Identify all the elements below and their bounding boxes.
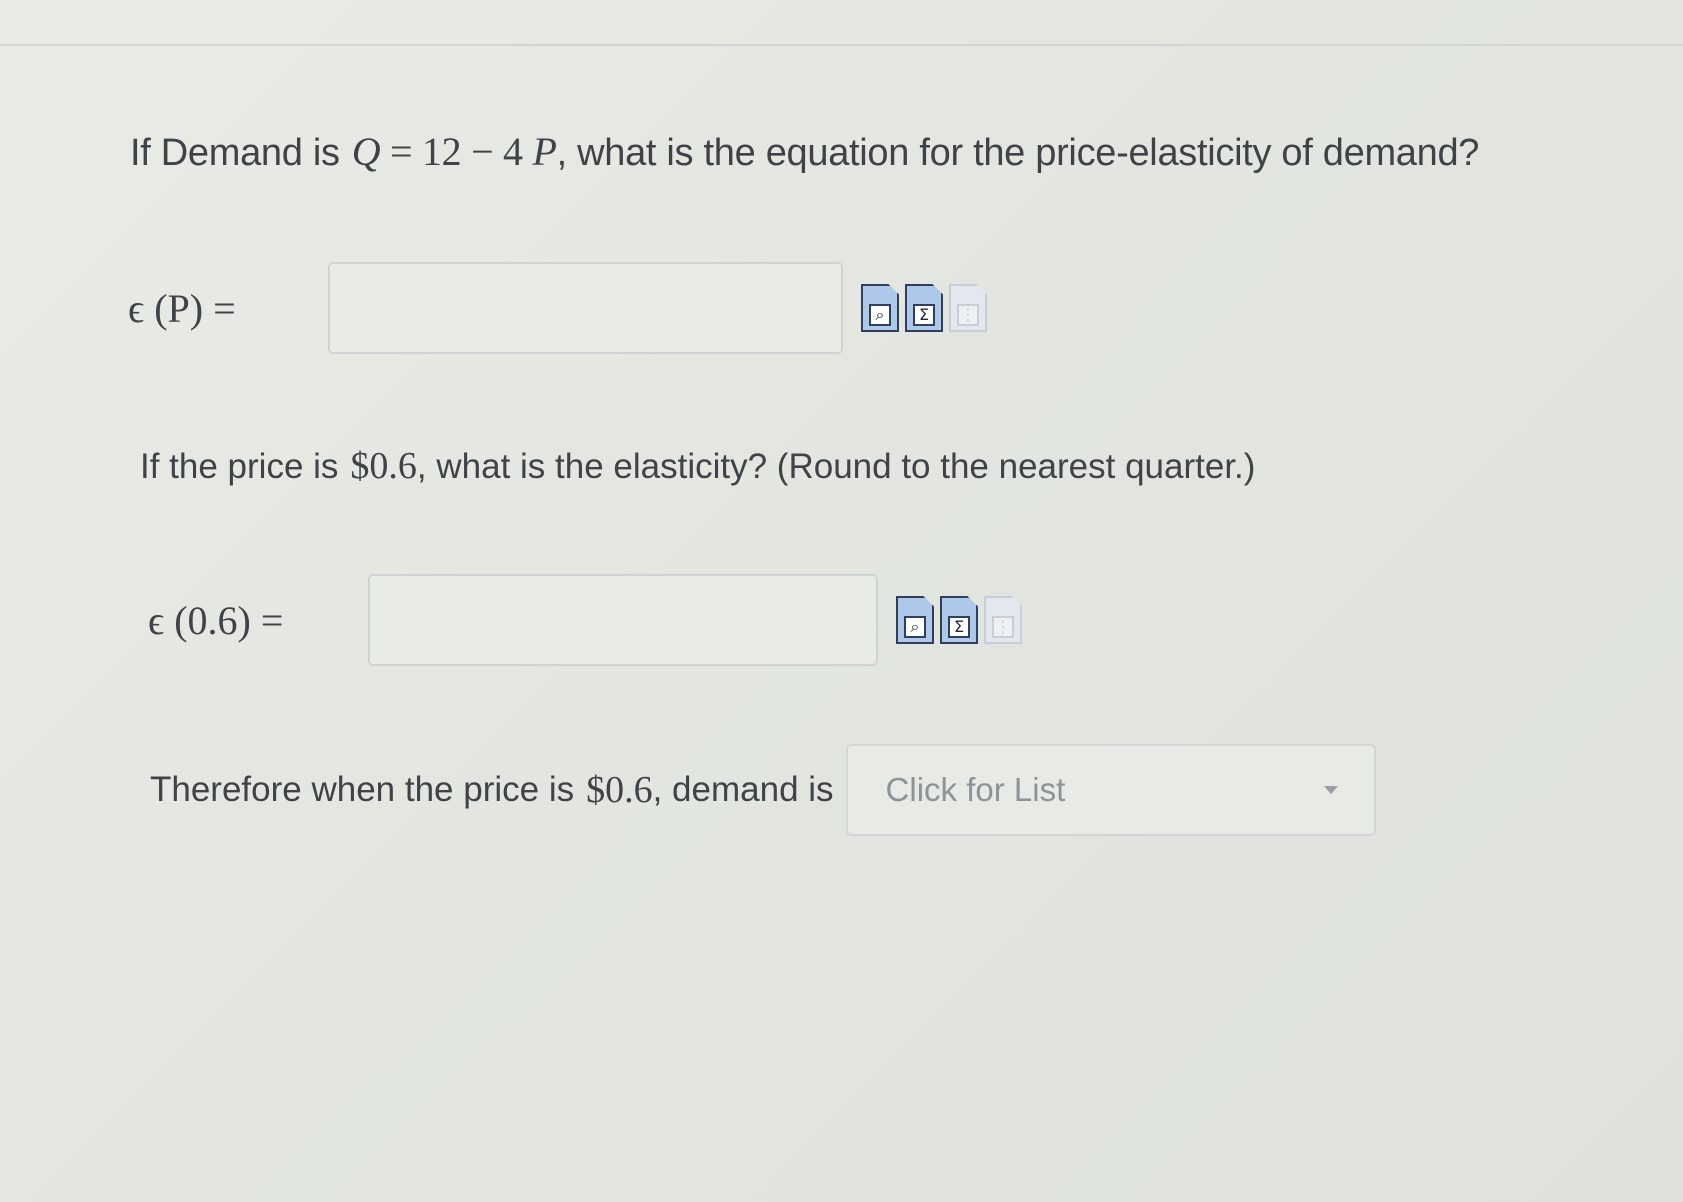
answer2-tools: ⌕ Σ ⋮ bbox=[896, 596, 1022, 644]
preview-icon[interactable]: ⌕ bbox=[861, 284, 899, 332]
elasticity-value-input[interactable] bbox=[368, 574, 878, 666]
elasticity-value-row: ϵ (0.6) = ⌕ Σ ⋮ bbox=[148, 574, 1022, 666]
conclusion-row: Therefore when the price is $0.6, demand … bbox=[150, 744, 1376, 836]
elasticity-value-label: ϵ (0.6) = bbox=[148, 597, 284, 643]
elasticity-equation-label: ϵ (P) = bbox=[128, 285, 236, 331]
preview-icon[interactable]: ⌕ bbox=[896, 596, 934, 644]
conclusion-price: $0.6 bbox=[586, 769, 653, 811]
question2-price: $0.6 bbox=[350, 445, 417, 487]
elasticity-equation-row: ϵ (P) = ⌕ Σ ⋮ bbox=[128, 262, 987, 354]
conclusion-suffix: , demand is bbox=[652, 770, 834, 809]
conclusion-prefix: Therefore when the price is bbox=[150, 770, 575, 809]
top-divider bbox=[0, 44, 1683, 46]
equation-editor-icon[interactable]: Σ bbox=[905, 284, 943, 332]
demand-equation: Q = 12 − 4 P bbox=[352, 129, 557, 174]
demand-type-dropdown[interactable]: Click for List bbox=[845, 744, 1376, 836]
question2-prefix: If the price is bbox=[140, 447, 339, 486]
variable-q: Q bbox=[351, 129, 381, 174]
question-prefix: If Demand is bbox=[130, 132, 340, 174]
question-elasticity-at-price: If the price is $0.6, what is the elastic… bbox=[140, 444, 1255, 488]
equation-editor-icon[interactable]: Σ bbox=[940, 596, 978, 644]
keypad-icon[interactable]: ⋮ bbox=[949, 284, 987, 332]
answer1-tools: ⌕ Σ ⋮ bbox=[861, 284, 987, 332]
question2-suffix: , what is the elasticity? (Round to the … bbox=[416, 447, 1256, 486]
question-suffix: , what is the equation for the price-ela… bbox=[556, 132, 1480, 174]
variable-p: P bbox=[532, 129, 557, 174]
question-demand-equation: If Demand is Q = 12 − 4 P, what is the eq… bbox=[130, 128, 1479, 175]
dropdown-label: Click for List bbox=[885, 771, 1066, 808]
equation-rhs: = 12 − 4 bbox=[390, 129, 523, 174]
elasticity-equation-input[interactable] bbox=[328, 262, 843, 354]
keypad-icon[interactable]: ⋮ bbox=[984, 596, 1022, 644]
chevron-down-icon bbox=[1323, 786, 1338, 794]
